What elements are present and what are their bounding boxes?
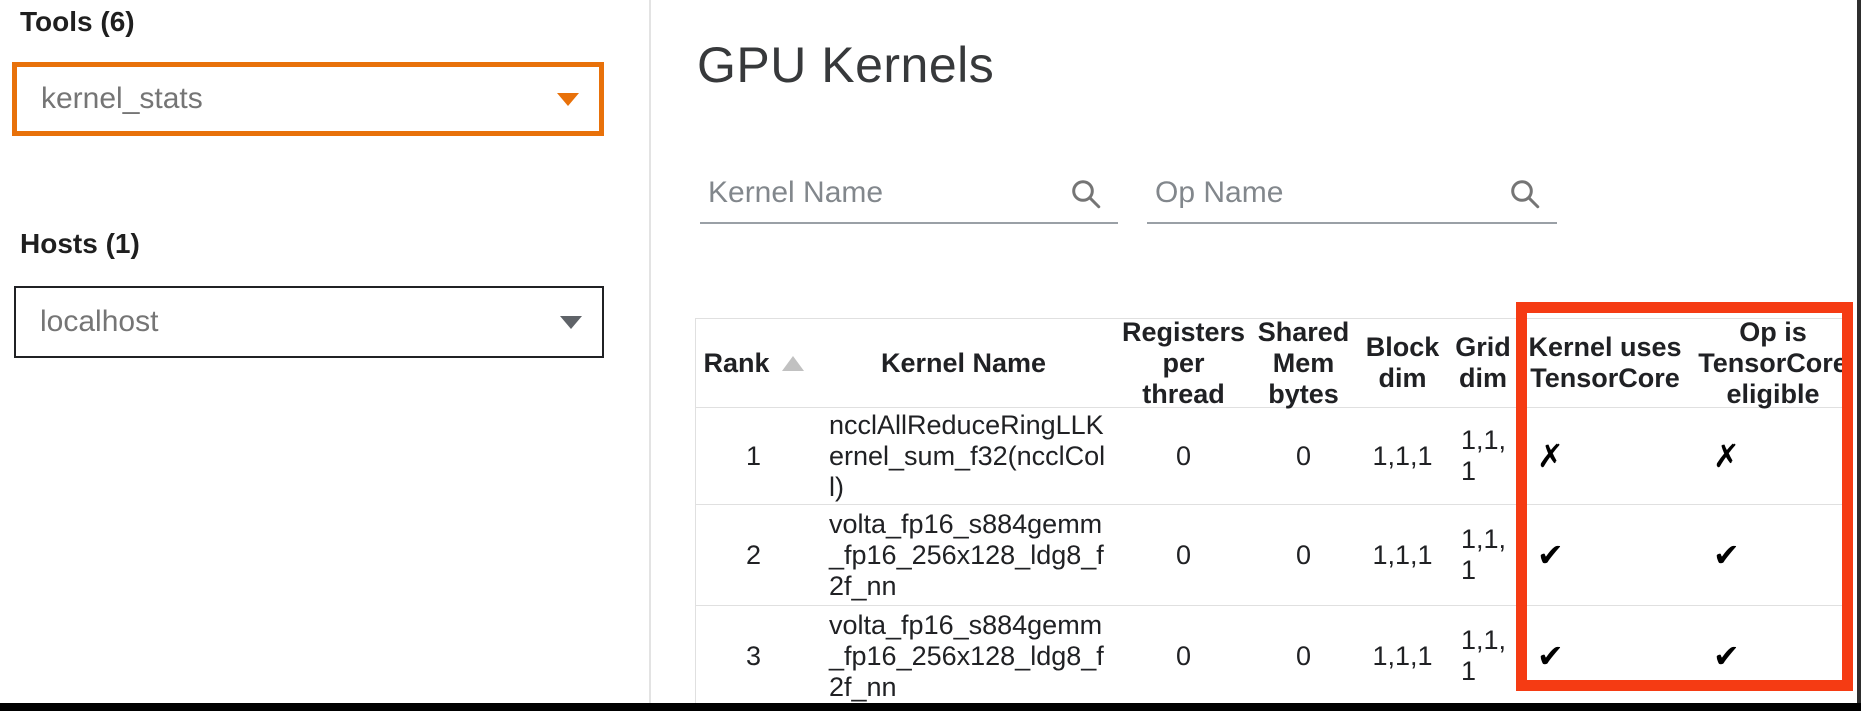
hosts-select-value: localhost [40,305,158,339]
kernel-name-filter-input[interactable]: Kernel Name [700,148,1118,224]
column-header-registers-per-thread[interactable]: Registers per thread [1116,317,1251,410]
rank-cell: 2 [696,540,811,571]
op-name-placeholder: Op Name [1155,176,1283,210]
tools-label: Tools (6) [20,6,135,38]
sidebar-divider [649,0,651,703]
kernel-name-cell: volta_fp16_s884gemm_fp16_256x128_ldg8_f2… [811,509,1116,602]
grid-dim-cell: 1,1,1 [1449,625,1517,687]
sort-asc-triangle-icon [782,356,804,371]
hosts-label: Hosts (1) [20,228,140,260]
op-tensorcore-eligible-cell: ✔ [1693,540,1853,571]
column-header-kernel-name[interactable]: Kernel Name [811,348,1116,379]
column-header-shared-mem-bytes[interactable]: Shared Mem bytes [1251,317,1356,410]
block-dim-cell: 1,1,1 [1356,641,1449,672]
column-header-rank[interactable]: Rank [696,348,811,379]
shared-mem-cell: 0 [1251,540,1356,571]
block-dim-cell: 1,1,1 [1356,441,1449,472]
rank-cell: 1 [696,441,811,472]
kernel-uses-tensorcore-cell: ✗ [1517,441,1693,472]
kernel-name-cell: ncclAllReduceRingLLKernel_sum_f32(ncclCo… [811,410,1116,503]
registers-cell: 0 [1116,441,1251,472]
kernel-name-placeholder: Kernel Name [708,176,883,210]
tools-select[interactable]: kernel_stats [12,62,604,136]
page-title: GPU Kernels [697,36,994,94]
dropdown-arrow-icon [557,93,579,106]
column-header-block-dim[interactable]: Block dim [1356,332,1449,394]
table-row: 2 volta_fp16_s884gemm_fp16_256x128_ldg8_… [696,505,1853,606]
block-dim-cell: 1,1,1 [1356,540,1449,571]
kernel-name-cell: volta_fp16_s884gemm_fp16_256x128_ldg8_f2… [811,610,1116,703]
table-header-row: Rank Kernel Name Registers per thread Sh… [696,319,1853,408]
op-tensorcore-eligible-cell: ✔ [1693,641,1853,672]
column-header-grid-dim[interactable]: Grid dim [1449,332,1517,394]
search-icon [1507,176,1543,212]
kernel-uses-tensorcore-cell: ✔ [1517,641,1693,672]
registers-cell: 0 [1116,641,1251,672]
table-row: 1 ncclAllReduceRingLLKernel_sum_f32(nccl… [696,408,1853,505]
bottom-black-bar [0,703,1861,711]
search-icon [1068,176,1104,212]
window-right-edge [1857,0,1861,711]
hosts-select[interactable]: localhost [14,286,604,358]
op-tensorcore-eligible-cell: ✗ [1693,441,1853,472]
op-name-filter-input[interactable]: Op Name [1147,148,1557,224]
gpu-kernels-table: Rank Kernel Name Registers per thread Sh… [695,318,1853,707]
grid-dim-cell: 1,1,1 [1449,425,1517,487]
rank-cell: 3 [696,641,811,672]
grid-dim-cell: 1,1,1 [1449,524,1517,586]
shared-mem-cell: 0 [1251,641,1356,672]
table-row: 3 volta_fp16_s884gemm_fp16_256x128_ldg8_… [696,606,1853,707]
profiler-kernel-stats-page: Tools (6) kernel_stats Hosts (1) localho… [0,0,1861,711]
column-header-kernel-uses-tensorcore[interactable]: Kernel uses TensorCore [1517,332,1693,394]
kernel-uses-tensorcore-cell: ✔ [1517,540,1693,571]
tools-select-value: kernel_stats [41,82,203,116]
column-header-op-tensorcore-eligible[interactable]: Op is TensorCore eligible [1693,317,1853,410]
shared-mem-cell: 0 [1251,441,1356,472]
dropdown-arrow-icon [560,316,582,329]
registers-cell: 0 [1116,540,1251,571]
